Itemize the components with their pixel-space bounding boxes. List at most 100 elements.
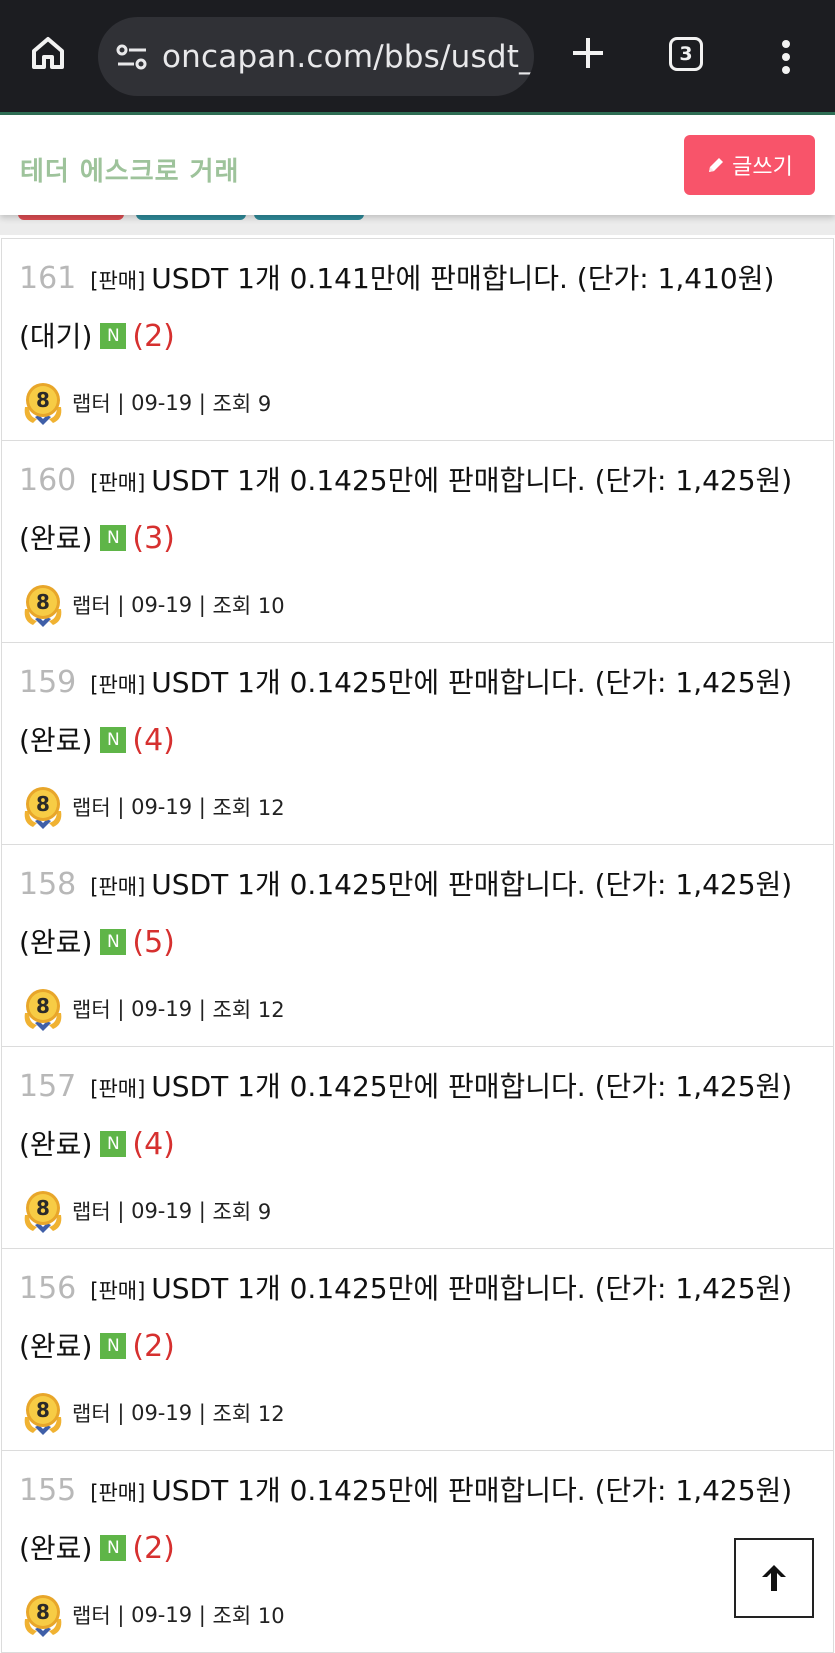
write-button[interactable]: 글쓰기 (684, 135, 815, 195)
view-count: 조회 12 (212, 998, 285, 1022)
meta-separator: | (192, 1199, 213, 1223)
author-name[interactable]: 랩터 (72, 994, 111, 1024)
post-date: 09-19 (131, 593, 193, 617)
comment-count[interactable]: (2) (132, 319, 175, 354)
level-medal-icon: 8 (24, 1595, 62, 1637)
post-title-line[interactable]: 158 [판매] USDT 1개 0.1425만에 판매합니다. (단가: 1,42… (19, 857, 819, 971)
comment-count[interactable]: (4) (132, 723, 175, 758)
url-text[interactable]: oncapan.com/bbs/usdt_ (162, 39, 534, 75)
svg-text:8: 8 (36, 1398, 50, 1422)
comment-count[interactable]: (3) (132, 521, 175, 556)
post-number: 157 (19, 1069, 77, 1104)
post-title-line[interactable]: 155 [판매] USDT 1개 0.1425만에 판매합니다. (단가: 1,42… (19, 1463, 819, 1577)
list-item[interactable]: 161 [판매] USDT 1개 0.141만에 판매합니다. (단가: 1,410… (1, 239, 834, 441)
post-list: 161 [판매] USDT 1개 0.141만에 판매합니다. (단가: 1,410… (1, 238, 834, 1653)
level-medal-icon: 8 (24, 787, 62, 829)
post-meta: 8 랩터 | 09-19 | 조회 9 (19, 1187, 271, 1235)
meta-separator: | (192, 997, 213, 1021)
tab-switcher-icon[interactable]: 3 (669, 37, 703, 71)
meta-separator: | (192, 593, 213, 617)
plus-icon[interactable] (565, 30, 611, 76)
post-category: [판매] (90, 875, 146, 899)
post-date: 09-19 (131, 1603, 193, 1627)
level-medal-icon: 8 (24, 1191, 62, 1233)
author-name[interactable]: 랩터 (72, 1196, 111, 1226)
meta-separator: | (192, 391, 213, 415)
post-meta: 8 랩터 | 09-19 | 조회 12 (19, 1389, 285, 1437)
post-date: 09-19 (131, 997, 193, 1021)
comment-count[interactable]: (4) (132, 1127, 175, 1162)
post-meta: 8 랩터 | 09-19 | 조회 10 (19, 581, 285, 629)
arrow-up-icon (762, 1565, 786, 1591)
view-count: 조회 9 (212, 1200, 272, 1224)
browser-toolbar: oncapan.com/bbs/usdt_ 3 (0, 0, 835, 112)
list-item[interactable]: 160 [판매] USDT 1개 0.1425만에 판매합니다. (단가: 1,42… (1, 441, 834, 643)
author-name[interactable]: 랩터 (72, 388, 111, 418)
post-category: [판매] (90, 471, 146, 495)
meta-separator: | (110, 795, 132, 819)
level-medal-icon: 8 (24, 989, 62, 1031)
meta-separator: | (110, 1199, 132, 1223)
author-name[interactable]: 랩터 (72, 590, 111, 620)
svg-text:8: 8 (36, 994, 50, 1018)
new-badge: N (100, 727, 127, 753)
list-item[interactable]: 156 [판매] USDT 1개 0.1425만에 판매합니다. (단가: 1,42… (1, 1249, 834, 1451)
post-category: [판매] (90, 269, 146, 293)
level-medal-icon: 8 (24, 383, 62, 425)
board-title[interactable]: 테더 에스크로 거래 (20, 151, 239, 188)
view-count: 조회 12 (212, 1402, 285, 1426)
list-item[interactable]: 158 [판매] USDT 1개 0.1425만에 판매합니다. (단가: 1,42… (1, 845, 834, 1047)
post-title-line[interactable]: 161 [판매] USDT 1개 0.141만에 판매합니다. (단가: 1,410… (19, 251, 819, 365)
meta-separator: | (110, 593, 132, 617)
post-date: 09-19 (131, 1199, 193, 1223)
more-vert-icon[interactable] (768, 34, 804, 80)
comment-count[interactable]: (5) (132, 925, 175, 960)
svg-text:8: 8 (36, 792, 50, 816)
new-badge: N (100, 1131, 127, 1157)
view-count: 조회 10 (212, 594, 285, 618)
view-count: 조회 10 (212, 1604, 285, 1628)
post-meta: 8 랩터 | 09-19 | 조회 12 (19, 783, 285, 831)
list-item[interactable]: 157 [판매] USDT 1개 0.1425만에 판매합니다. (단가: 1,42… (1, 1047, 834, 1249)
address-bar[interactable]: oncapan.com/bbs/usdt_ (98, 17, 534, 96)
post-meta: 8 랩터 | 09-19 | 조회 9 (19, 379, 271, 427)
post-meta: 8 랩터 | 09-19 | 조회 10 (19, 1591, 285, 1639)
tune-icon[interactable] (112, 37, 152, 77)
meta-separator: | (192, 1603, 213, 1627)
post-title-line[interactable]: 156 [판매] USDT 1개 0.1425만에 판매합니다. (단가: 1,42… (19, 1261, 819, 1375)
comment-count[interactable]: (2) (132, 1329, 175, 1364)
post-number: 155 (19, 1473, 77, 1508)
meta-separator: | (192, 1401, 213, 1425)
level-medal-icon: 8 (24, 1393, 62, 1435)
post-date: 09-19 (131, 391, 193, 415)
meta-separator: | (110, 1401, 132, 1425)
write-button-label: 글쓰기 (732, 155, 793, 180)
svg-text:8: 8 (36, 388, 50, 412)
post-number: 161 (19, 261, 77, 296)
tab-count: 3 (679, 43, 693, 65)
post-number: 156 (19, 1271, 77, 1306)
pencil-icon (709, 158, 724, 172)
board-header: 테더 에스크로 거래 글쓰기 (0, 115, 835, 215)
post-title-line[interactable]: 157 [판매] USDT 1개 0.1425만에 판매합니다. (단가: 1,42… (19, 1059, 819, 1173)
post-meta: 8 랩터 | 09-19 | 조회 12 (19, 985, 285, 1033)
new-badge: N (100, 929, 127, 955)
view-count: 조회 12 (212, 796, 285, 820)
post-title-line[interactable]: 160 [판매] USDT 1개 0.1425만에 판매합니다. (단가: 1,42… (19, 453, 819, 567)
meta-separator: | (192, 795, 213, 819)
svg-text:8: 8 (36, 590, 50, 614)
list-item[interactable]: 159 [판매] USDT 1개 0.1425만에 판매합니다. (단가: 1,42… (1, 643, 834, 845)
author-name[interactable]: 랩터 (72, 1600, 111, 1630)
list-item[interactable]: 155 [판매] USDT 1개 0.1425만에 판매합니다. (단가: 1,42… (1, 1451, 834, 1653)
svg-text:8: 8 (36, 1196, 50, 1220)
post-title-line[interactable]: 159 [판매] USDT 1개 0.1425만에 판매합니다. (단가: 1,42… (19, 655, 819, 769)
post-date: 09-19 (131, 795, 193, 819)
comment-count[interactable]: (2) (132, 1531, 175, 1566)
home-icon[interactable] (25, 30, 71, 76)
author-name[interactable]: 랩터 (72, 792, 111, 822)
post-category: [판매] (90, 1077, 146, 1101)
view-count: 조회 9 (212, 392, 272, 416)
level-medal-icon: 8 (24, 585, 62, 627)
scroll-top-button[interactable] (734, 1538, 814, 1618)
author-name[interactable]: 랩터 (72, 1398, 111, 1428)
